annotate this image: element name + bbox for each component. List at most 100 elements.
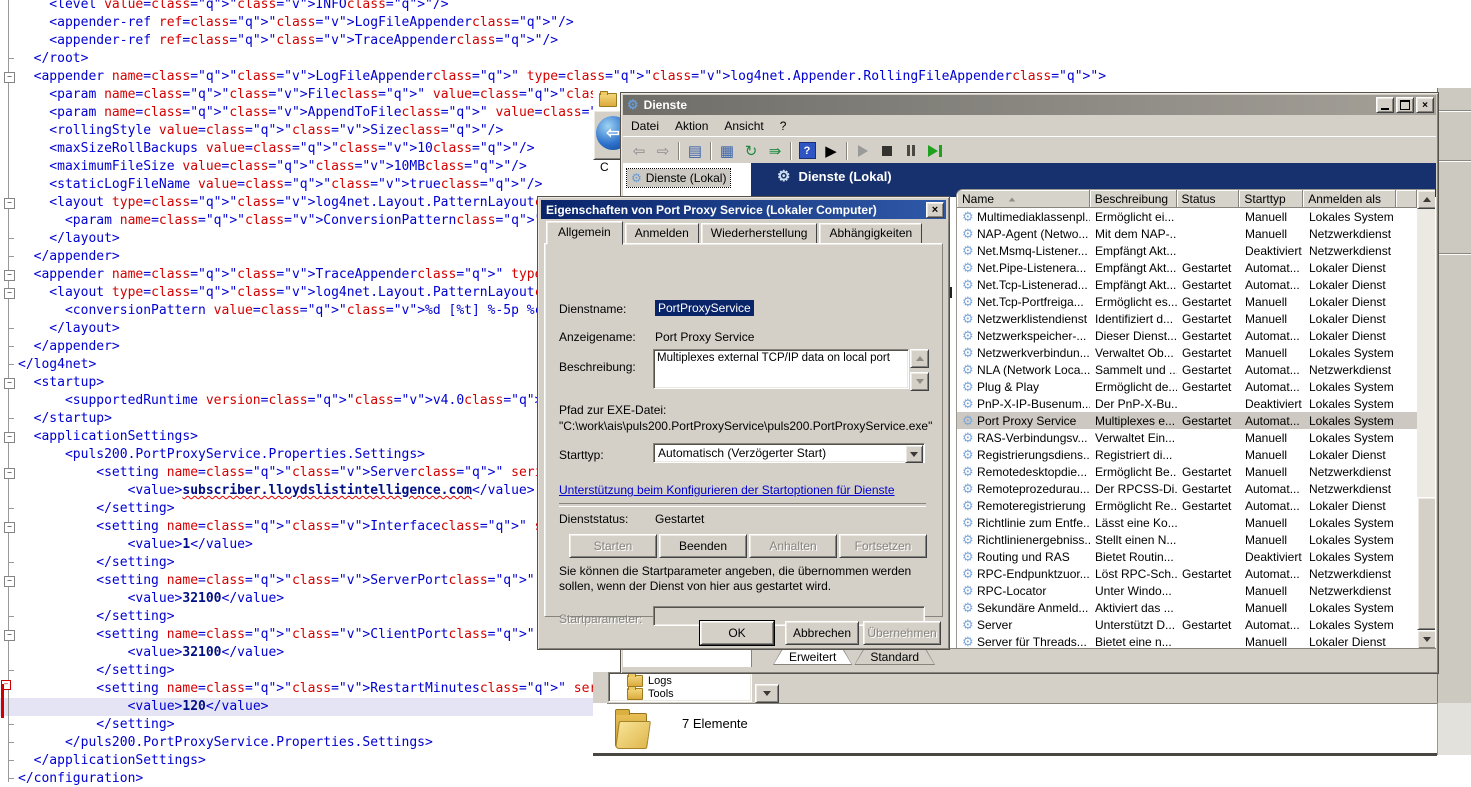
restart-service-icon[interactable] xyxy=(924,140,946,162)
service-row[interactable]: ⚙ RAS-Verbindungsv...Verwaltet Ein...Man… xyxy=(957,429,1417,446)
service-row[interactable]: ⚙ Server für Threads...Bietet eine n...M… xyxy=(957,633,1417,649)
code-line[interactable]: <appender-ref ref=class="q">"class="v">L… xyxy=(0,14,1471,32)
view-tab-erweitert[interactable]: Erweitert xyxy=(773,649,852,665)
code-line[interactable]: </root> xyxy=(0,50,1471,68)
service-row[interactable]: ⚙ Sekundäre Anmeld...Aktiviert das ...Ma… xyxy=(957,599,1417,616)
service-row[interactable]: ⚙ Plug & PlayErmöglicht de...GestartetAu… xyxy=(957,378,1417,395)
service-row[interactable]: ⚙ Remoteprozedurau...Der RPCSS-Di...Gest… xyxy=(957,480,1417,497)
apply-button[interactable]: Übernehmen xyxy=(863,621,941,645)
menu-datei[interactable]: Datei xyxy=(623,117,667,135)
help-icon[interactable]: ? xyxy=(796,140,818,162)
collapse-box[interactable]: − xyxy=(4,576,15,587)
close-button[interactable]: × xyxy=(1416,97,1434,113)
explorer-dropdown-button[interactable] xyxy=(755,684,779,703)
tab-anmelden[interactable]: Anmelden xyxy=(625,223,699,244)
tab-allgemein[interactable]: Allgemein xyxy=(546,221,623,245)
explorer-folder-list[interactable]: Logs Tools xyxy=(608,672,752,702)
tab-wiederherstellung[interactable]: Wiederherstellung xyxy=(701,223,818,244)
minimize-button[interactable] xyxy=(1376,97,1394,113)
collapse-box[interactable]: − xyxy=(4,198,15,209)
scroll-thumb[interactable] xyxy=(1417,497,1435,630)
service-row[interactable]: ⚙ NLA (Network Loca...Sammelt und ...Ges… xyxy=(957,361,1417,378)
service-row[interactable]: ⚙ Registrierungsdiens...Registriert di..… xyxy=(957,446,1417,463)
dialog-titlebar[interactable]: Eigenschaften von Port Proxy Service (Lo… xyxy=(541,200,946,219)
description-textbox[interactable]: Multiplexes external TCP/IP data on loca… xyxy=(653,349,909,389)
cancel-button[interactable]: Abbrechen xyxy=(785,621,859,645)
show-console-tree-icon[interactable]: ▤ xyxy=(684,140,706,162)
collapse-box[interactable]: − xyxy=(4,378,15,389)
dialog-close-button[interactable]: × xyxy=(926,202,944,218)
code-line[interactable]: </configuration> xyxy=(0,770,1471,787)
service-row[interactable]: ⚙ RPC-Endpunktzuor...Löst RPC-Sch...Gest… xyxy=(957,565,1417,582)
export-list-icon[interactable]: ⇛ xyxy=(764,140,786,162)
startup-type-combobox[interactable]: Automatisch (Verzögerter Start) xyxy=(653,443,925,463)
resume-button[interactable]: Fortsetzen xyxy=(839,534,927,558)
services-titlebar[interactable]: ⚙ Dienste × xyxy=(623,95,1436,115)
service-row[interactable]: ⚙ NetzwerklistendienstIdentifiziert d...… xyxy=(957,310,1417,327)
service-row[interactable]: ⚙ Net.Tcp-Portfreiga...Ermöglicht es...G… xyxy=(957,293,1417,310)
collapse-box[interactable]: − xyxy=(4,432,15,443)
service-row[interactable]: ⚙ Richtlinie zum Entfe...Lässt eine Ko..… xyxy=(957,514,1417,531)
service-row[interactable]: ⚙ Multimediaklassenpl...Ermöglicht ei...… xyxy=(957,208,1417,225)
editor-outline-margin[interactable]: −−−−−−−−−− − xyxy=(0,0,18,787)
code-line[interactable]: <appender name=class="q">"class="v">LogF… xyxy=(0,68,1471,86)
folder-item-label[interactable]: Logs xyxy=(648,675,672,687)
back-icon[interactable]: ⇦ xyxy=(628,140,650,162)
forward-icon[interactable]: ⇨ xyxy=(652,140,674,162)
start-button[interactable]: Starten xyxy=(569,534,657,558)
properties-icon[interactable]: ▦ xyxy=(716,140,738,162)
combobox-dropdown-button[interactable] xyxy=(905,445,923,463)
service-row-selected[interactable]: ⚙ Port Proxy ServiceMultiplexes e...Gest… xyxy=(957,412,1417,429)
service-row[interactable]: ⚙ Richtlinienergebniss...Stellt einen N.… xyxy=(957,531,1417,548)
collapse-box[interactable]: − xyxy=(4,288,15,299)
code-line[interactable]: <level value=class="q">"class="v">INFOcl… xyxy=(0,0,1471,14)
maximize-button[interactable] xyxy=(1396,97,1414,113)
tab-abhängigkeiten[interactable]: Abhängigkeiten xyxy=(819,223,922,244)
column-header-1[interactable]: Name xyxy=(957,190,1090,208)
description-scroll-up-button[interactable] xyxy=(910,349,929,368)
extended-view-icon[interactable]: ▶ xyxy=(820,140,842,162)
service-row[interactable]: ⚙ NAP-Agent (Netwo...Mit dem NAP-...Manu… xyxy=(957,225,1417,242)
service-row[interactable]: ⚙ Net.Pipe-Listenera...Empfängt Akt...Ge… xyxy=(957,259,1417,276)
service-row[interactable]: ⚙ Net.Tcp-Listenerad...Empfängt Akt...Ge… xyxy=(957,276,1417,293)
pause-service-icon[interactable] xyxy=(900,140,922,162)
tree-item-dienste-lokal[interactable]: ⚙ Dienste (Lokal) xyxy=(627,169,730,187)
view-tab-standard[interactable]: Standard xyxy=(854,649,935,665)
vertical-scrollbar[interactable] xyxy=(1417,190,1435,649)
service-row[interactable]: ⚙ RPC-LocatorUnter Windo...ManuellNetzwe… xyxy=(957,582,1417,599)
ok-button[interactable]: OK xyxy=(700,621,774,645)
column-header-4[interactable]: Starttyp xyxy=(1239,190,1303,208)
service-row[interactable]: ⚙ Netzwerkspeicher-...Dieser Dienst...Ge… xyxy=(957,327,1417,344)
menu-aktion[interactable]: Aktion xyxy=(667,117,716,135)
column-header-filler[interactable] xyxy=(1396,190,1417,208)
service-row[interactable]: ⚙ Remotedesktopdie...Ermöglicht Be...Ges… xyxy=(957,463,1417,480)
menu-ansicht[interactable]: Ansicht xyxy=(716,117,771,135)
collapse-box[interactable]: − xyxy=(4,522,15,533)
service-row[interactable]: ⚙ ServerUnterstützt D...GestartetAutomat… xyxy=(957,616,1417,633)
column-header-2[interactable]: Beschreibung xyxy=(1090,190,1177,208)
startup-options-help-link[interactable]: Unterstützung beim Konfigurieren der Sta… xyxy=(559,483,895,497)
scroll-down-button[interactable] xyxy=(1417,630,1435,649)
collapse-box[interactable]: − xyxy=(4,270,15,281)
start-service-icon[interactable] xyxy=(852,140,874,162)
folder-item-label[interactable]: Tools xyxy=(648,688,674,700)
service-row[interactable]: ⚙ Routing und RASBietet Routin...Deaktiv… xyxy=(957,548,1417,565)
description-scroll-down-button[interactable] xyxy=(910,372,929,391)
stop-service-icon[interactable] xyxy=(876,140,898,162)
pause-button[interactable]: Anhalten xyxy=(749,534,837,558)
column-header-5[interactable]: Anmelden als xyxy=(1303,190,1396,208)
service-row[interactable]: ⚙ Netzwerkverbindun...Verwaltet Ob...Ges… xyxy=(957,344,1417,361)
collapse-box[interactable]: − xyxy=(4,72,15,83)
collapse-box[interactable]: − xyxy=(4,468,15,479)
code-line[interactable]: <appender-ref ref=class="q">"class="v">T… xyxy=(0,32,1471,50)
scroll-up-button[interactable] xyxy=(1417,190,1435,209)
service-name-value[interactable]: PortProxyService xyxy=(655,300,754,316)
service-row[interactable]: ⚙ RemoteregistrierungErmöglicht Re...Ges… xyxy=(957,497,1417,514)
service-row[interactable]: ⚙ PnP-X-IP-Busenum...Der PnP-X-Bu...Deak… xyxy=(957,395,1417,412)
column-header-3[interactable]: Status xyxy=(1177,190,1240,208)
menu-help[interactable]: ? xyxy=(772,117,795,135)
stop-button[interactable]: Beenden xyxy=(659,534,747,558)
refresh-icon[interactable]: ↻ xyxy=(740,140,762,162)
collapse-box[interactable]: − xyxy=(4,630,15,641)
service-row[interactable]: ⚙ Net.Msmq-Listener...Empfängt Akt...Dea… xyxy=(957,242,1417,259)
